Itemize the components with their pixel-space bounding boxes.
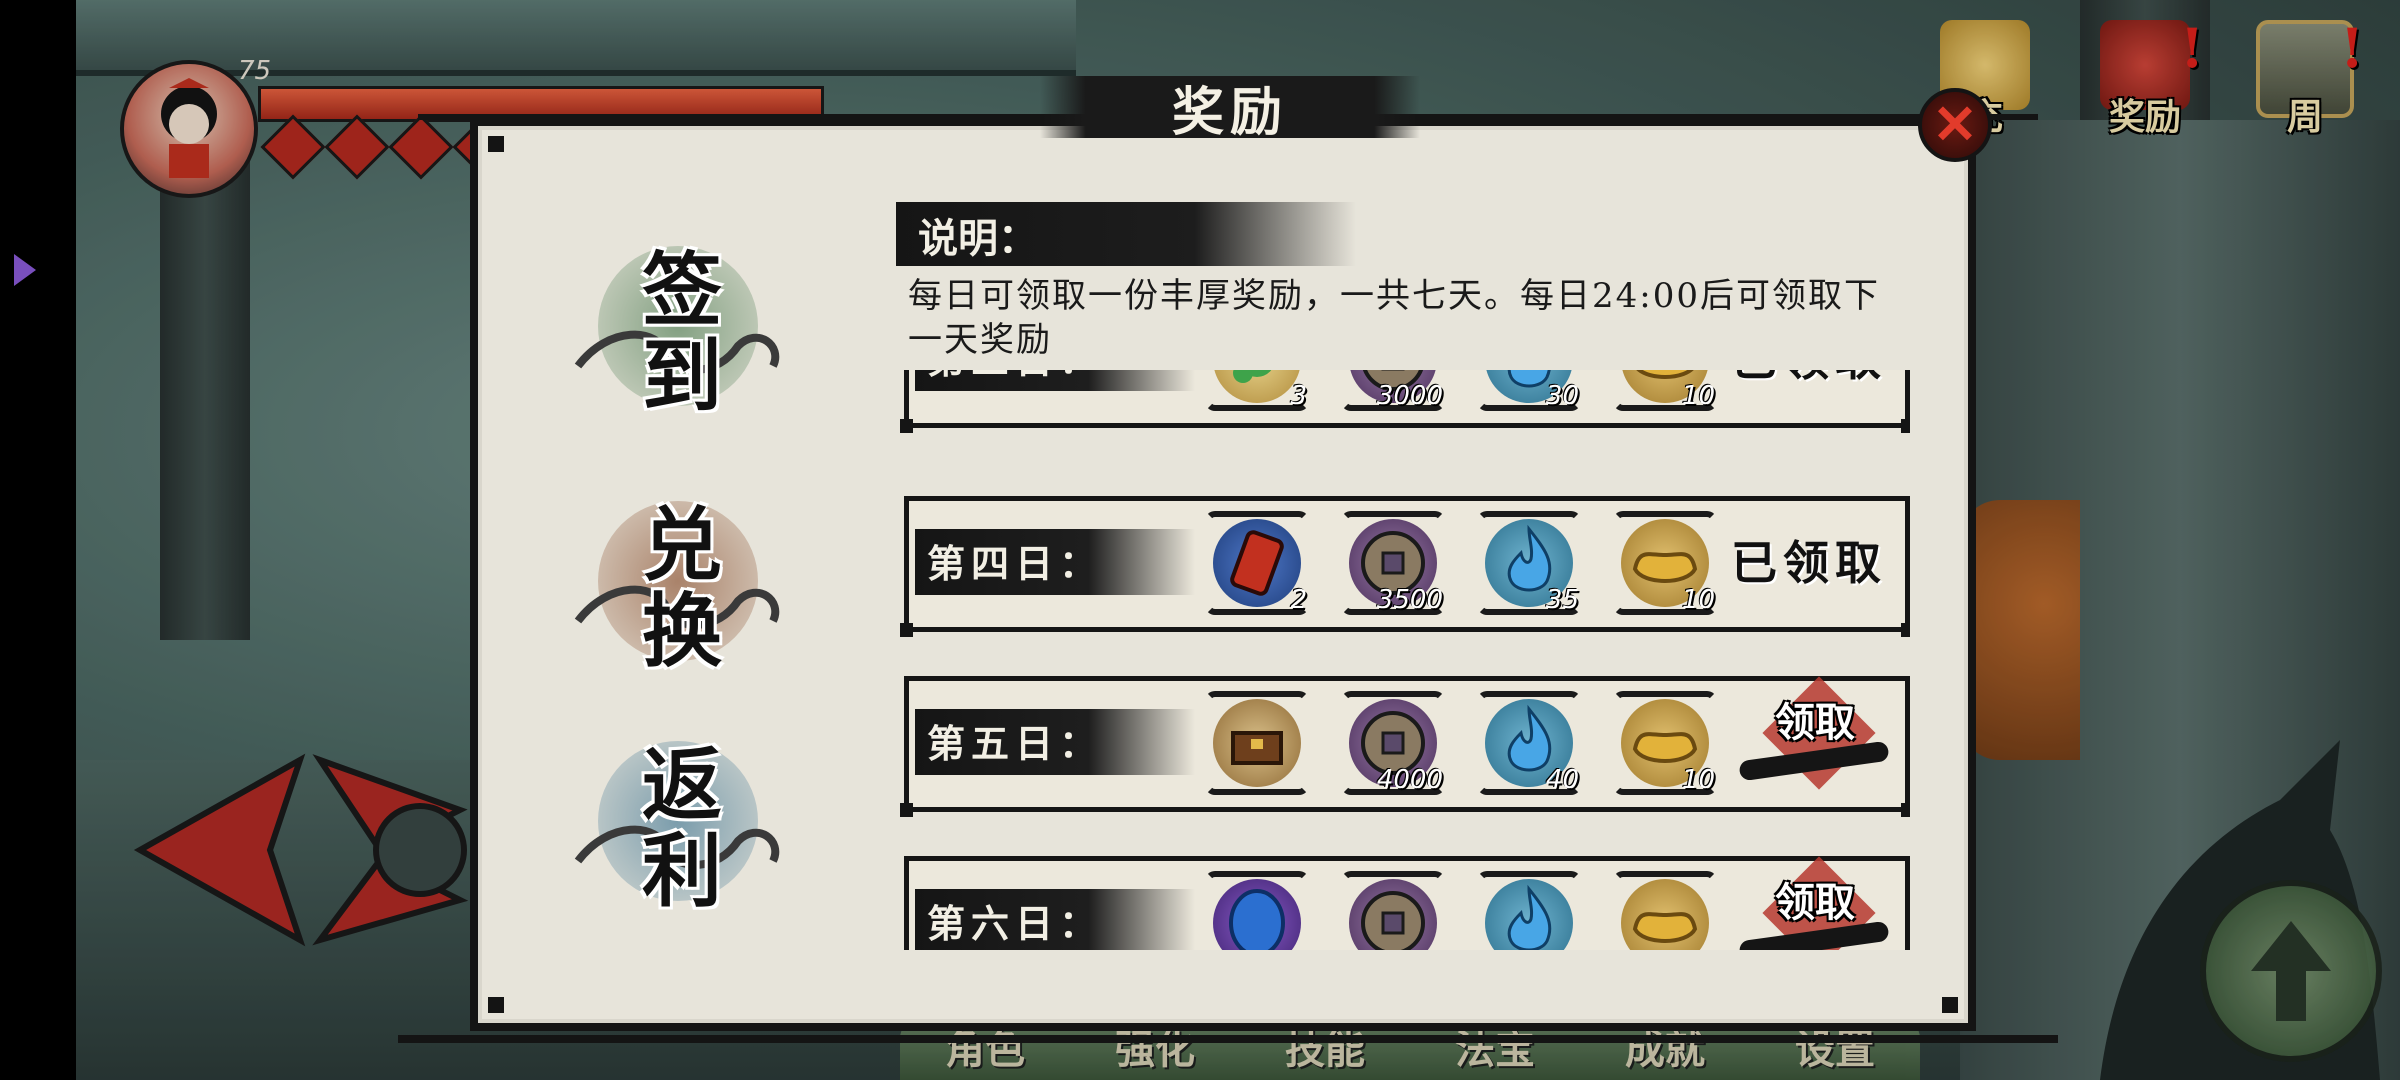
item-slot-frame: [1341, 871, 1445, 950]
day-label: 第五日：: [927, 721, 1104, 766]
menu-rebate-char-2: 利: [642, 824, 722, 918]
day-label: 第六日：: [927, 901, 1104, 946]
claimed-status: 已领取: [1731, 370, 1887, 389]
reward-item-slot[interactable]: 4000: [1341, 691, 1445, 795]
claimed-status: 已领取: [1731, 536, 1887, 590]
item-slot-frame: [1205, 871, 1309, 950]
item-count: 3: [1290, 381, 1307, 411]
day-label: 第三日：: [927, 370, 1103, 384]
info-panel: 说明： 每日可领取一份丰厚奖励，一共七天。每日24:00后可领取下一天奖励: [880, 188, 1916, 370]
frame-corner: [488, 997, 504, 1013]
item-slot-frame: [1477, 871, 1581, 950]
claim-label: 领取: [1775, 879, 1855, 926]
reward-item-slot[interactable]: [1613, 871, 1717, 950]
item-count: 10: [1681, 765, 1715, 795]
item-count: 2: [1290, 585, 1307, 615]
claim-label: 领取: [1775, 699, 1855, 746]
reward-item-slot[interactable]: [1477, 871, 1581, 950]
reward-item-slot[interactable]: 10: [1613, 370, 1717, 411]
menu-exchange-char-2: 换: [642, 584, 722, 678]
reward-row: 第六日： 领取: [904, 856, 1910, 950]
item-count: 4000: [1376, 765, 1443, 795]
reward-row: 第五日： 4000 40 10 领取: [900, 676, 1910, 817]
reward-item-slot[interactable]: 30: [1477, 370, 1581, 411]
reward-item-slot[interactable]: 3000: [1341, 370, 1445, 411]
close-x-icon: ✕: [1932, 92, 1978, 156]
item-count: 10: [1681, 381, 1715, 411]
reward-item-slot[interactable]: [1341, 871, 1445, 950]
menu-rebate[interactable]: 返 利: [558, 721, 798, 921]
reward-item-slot[interactable]: 40: [1477, 691, 1581, 795]
reward-item-slot[interactable]: 2: [1205, 511, 1309, 615]
reward-list[interactable]: 第三日：330003010已领取第四日：235003510已领取第五日：4000…: [900, 370, 1910, 950]
reward-item-slot[interactable]: 10: [1613, 511, 1717, 615]
reward-row: 第四日： 2 3500 35 10 已领取: [900, 496, 1910, 637]
reward-item-slot[interactable]: 3500: [1341, 511, 1445, 615]
day-label: 第四日：: [927, 541, 1104, 586]
item-count: 35: [1545, 585, 1579, 615]
menu-exchange[interactable]: 兑 换: [558, 481, 798, 681]
item-count: 3500: [1376, 585, 1443, 615]
reward-item-slot[interactable]: 10: [1613, 691, 1717, 795]
reward-item-slot[interactable]: 35: [1477, 511, 1581, 615]
claim-button[interactable]: 领取: [1738, 676, 1890, 797]
close-button[interactable]: ✕: [1918, 88, 1992, 162]
item-count: 30: [1545, 381, 1579, 411]
frame-corner: [1942, 997, 1958, 1013]
menu-sign-in[interactable]: 签 到: [558, 226, 798, 426]
reward-item-slot[interactable]: [1205, 691, 1309, 795]
menu-sign-in-char-2: 到: [642, 329, 722, 423]
item-count: 3000: [1376, 381, 1443, 411]
frame-corner: [488, 136, 504, 152]
item-slot-frame: [1205, 691, 1309, 795]
claim-button[interactable]: 领取: [1738, 856, 1890, 950]
reward-item-slot[interactable]: [1205, 871, 1309, 950]
dialog-title: 奖励: [1171, 82, 1288, 143]
reward-item-slot[interactable]: 3: [1205, 370, 1309, 411]
item-count: 10: [1681, 585, 1715, 615]
item-count: 40: [1545, 765, 1579, 795]
info-heading: 说明：: [918, 215, 1038, 262]
game-screen: 75 充 奖励 ! 周 ! 角色 强化 技能 法宝 成就 设置: [0, 0, 2400, 1080]
info-description: 每日可领取一份丰厚奖励，一共七天。每日24:00后可领取下一天奖励: [908, 276, 1880, 360]
item-slot-frame: [1613, 871, 1717, 950]
reward-row: 第三日： 3 3000 30 10 已领取: [900, 370, 1910, 433]
